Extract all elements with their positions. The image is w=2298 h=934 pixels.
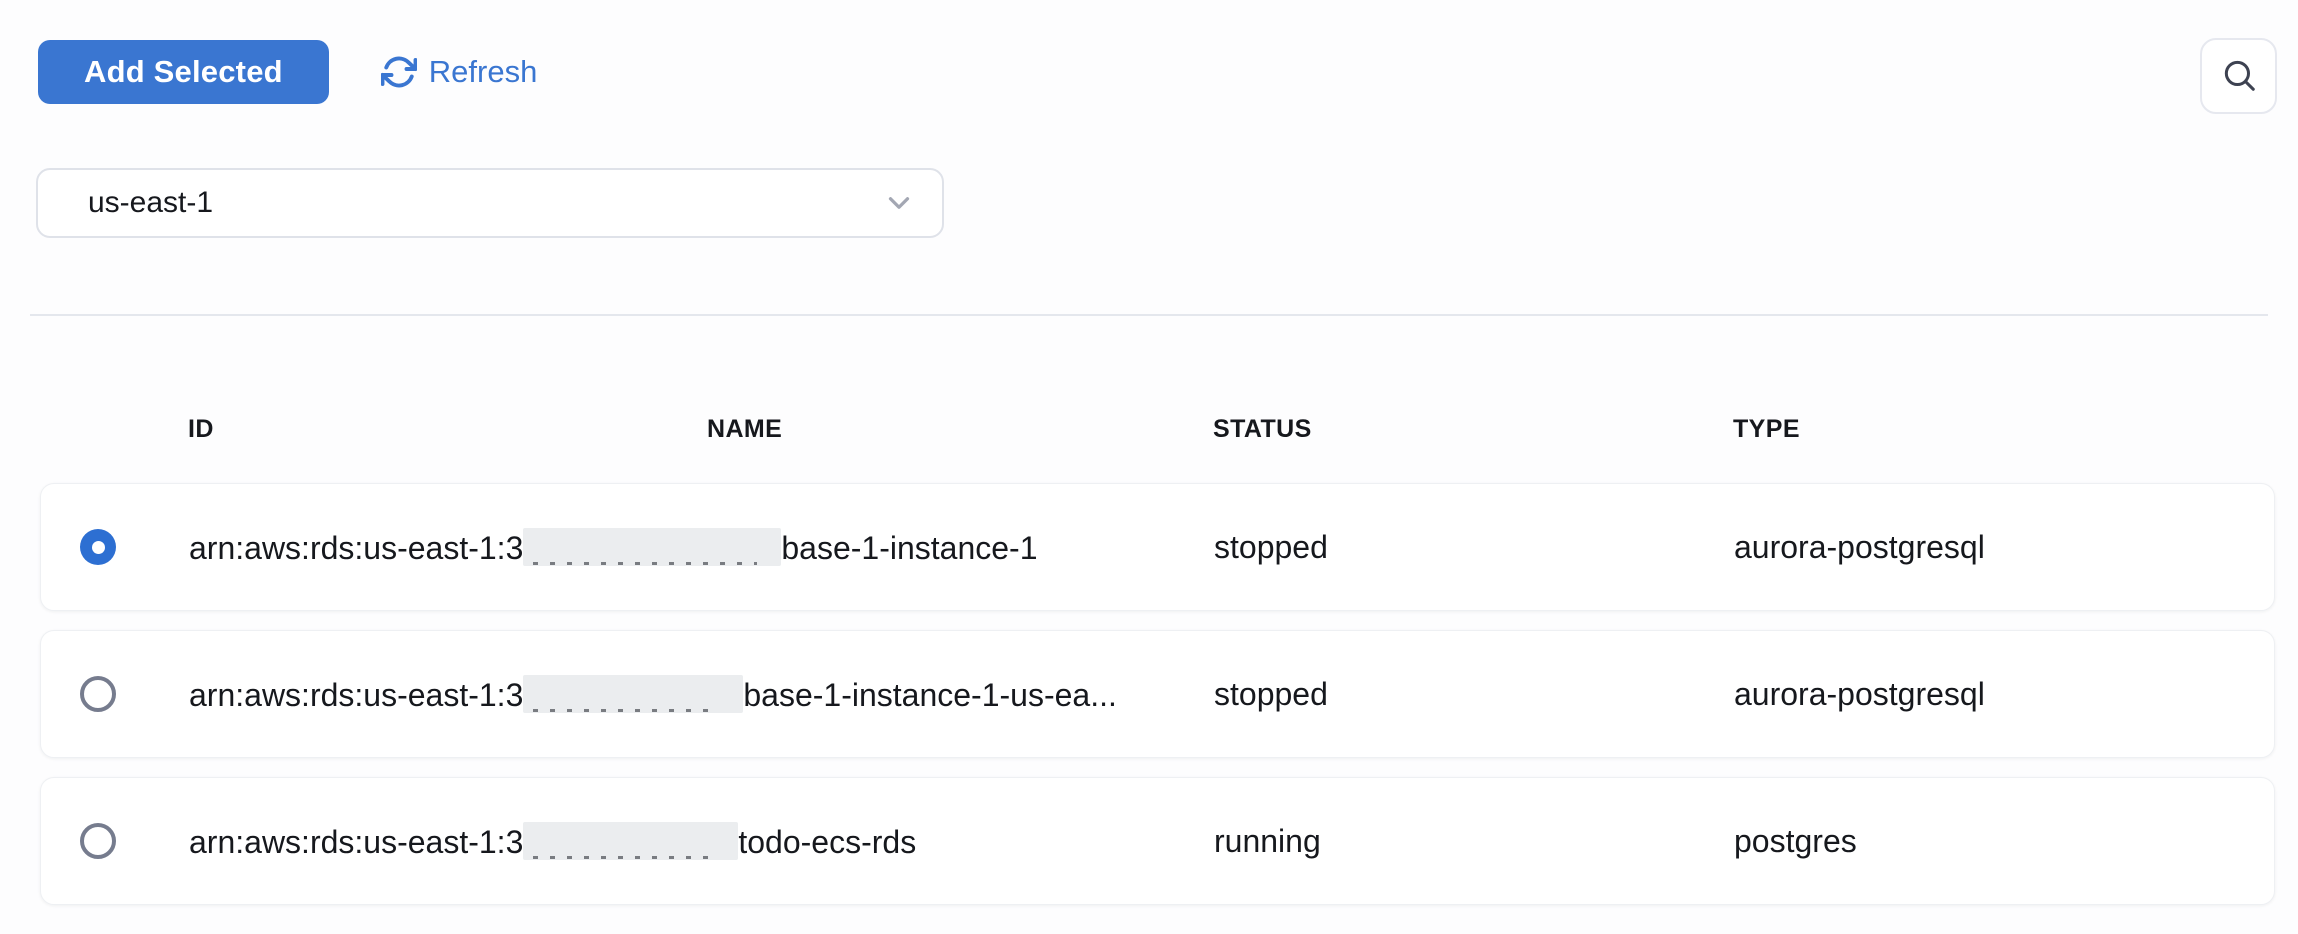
table-header: ID NAME STATUS TYPE bbox=[40, 413, 2275, 445]
refresh-button[interactable]: Refresh bbox=[381, 54, 538, 90]
instance-id-prefix: arn:aws:rds:us-east-1:3 bbox=[189, 530, 523, 566]
instance-id: arn:aws:rds:us-east-1:3 todo-ecs-rds bbox=[189, 822, 1214, 861]
radio-cell bbox=[41, 823, 189, 859]
column-header-type: TYPE bbox=[1733, 415, 2275, 444]
column-header-name: NAME bbox=[707, 415, 1213, 444]
radio-button[interactable] bbox=[80, 676, 116, 712]
instance-status: running bbox=[1214, 823, 1734, 860]
instance-id: arn:aws:rds:us-east-1:3 base-1-instance-1 bbox=[189, 528, 1214, 567]
instance-id-prefix: arn:aws:rds:us-east-1:3 bbox=[189, 824, 523, 860]
instance-type: postgres bbox=[1734, 823, 2274, 860]
radio-button[interactable] bbox=[80, 529, 116, 565]
table-row[interactable]: arn:aws:rds:us-east-1:3 todo-ecs-rds runn… bbox=[40, 777, 2275, 905]
divider bbox=[30, 314, 2268, 316]
radio-cell bbox=[41, 529, 189, 565]
radio-button[interactable] bbox=[80, 823, 116, 859]
instance-id: arn:aws:rds:us-east-1:3 base-1-instance-1… bbox=[189, 675, 1214, 714]
instance-table: arn:aws:rds:us-east-1:3 base-1-instance-1… bbox=[0, 483, 2298, 905]
search-icon bbox=[2220, 56, 2258, 97]
region-select[interactable]: us-east-1 bbox=[36, 168, 944, 238]
instance-status: stopped bbox=[1214, 529, 1734, 566]
instance-type: aurora-postgresql bbox=[1734, 529, 2274, 566]
region-select-value: us-east-1 bbox=[88, 186, 213, 220]
refresh-label: Refresh bbox=[429, 54, 538, 90]
instance-id-prefix: arn:aws:rds:us-east-1:3 bbox=[189, 677, 523, 713]
search-button[interactable] bbox=[2200, 38, 2277, 114]
instance-type: aurora-postgresql bbox=[1734, 676, 2274, 713]
add-selected-button[interactable]: Add Selected bbox=[38, 40, 329, 104]
radio-cell bbox=[41, 676, 189, 712]
redacted-text bbox=[523, 528, 781, 566]
table-row[interactable]: arn:aws:rds:us-east-1:3 base-1-instance-1… bbox=[40, 630, 2275, 758]
column-header-id: ID bbox=[188, 415, 707, 444]
column-header-status: STATUS bbox=[1213, 415, 1733, 444]
instance-id-suffix: base-1-instance-1 bbox=[781, 530, 1037, 566]
instance-id-suffix: base-1-instance-1-us-ea... bbox=[743, 677, 1117, 713]
toolbar: Add Selected Refresh bbox=[0, 0, 2298, 104]
redacted-text bbox=[523, 822, 738, 860]
refresh-icon bbox=[381, 54, 417, 90]
chevron-down-icon bbox=[882, 186, 916, 220]
redacted-text bbox=[523, 675, 743, 713]
instance-status: stopped bbox=[1214, 676, 1734, 713]
instance-id-suffix: todo-ecs-rds bbox=[738, 824, 916, 860]
table-row[interactable]: arn:aws:rds:us-east-1:3 base-1-instance-1… bbox=[40, 483, 2275, 611]
